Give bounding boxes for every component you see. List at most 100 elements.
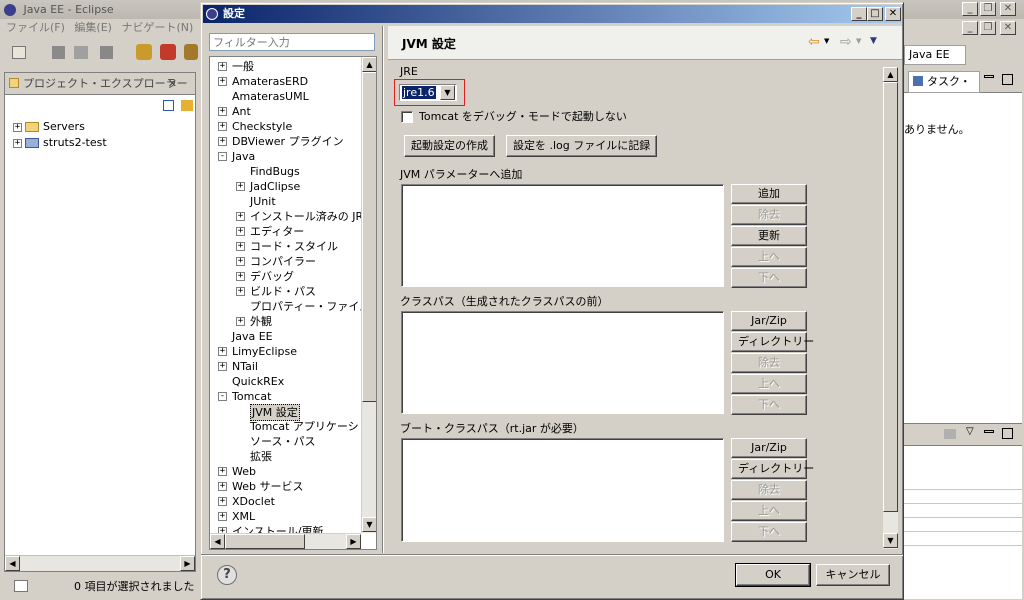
scroll-down-icon[interactable]: ▼ xyxy=(883,533,898,548)
classpath-list[interactable] xyxy=(401,311,724,414)
view-minimize-icon[interactable] xyxy=(984,430,994,433)
collapse-all-icon[interactable] xyxy=(163,100,174,111)
expand-icon[interactable]: + xyxy=(13,122,22,132)
forward-icon[interactable]: ⇨ xyxy=(840,34,852,50)
expand-icon[interactable]: + xyxy=(218,497,227,506)
scroll-left-icon[interactable]: ◀ xyxy=(5,556,20,571)
chevron-down-icon[interactable]: ▼ xyxy=(440,85,455,100)
scroll-thumb[interactable] xyxy=(883,82,898,512)
stop-icon[interactable] xyxy=(160,44,176,60)
expand-icon[interactable]: + xyxy=(218,62,227,71)
eclipse-minimize-icon[interactable]: _ xyxy=(962,2,978,16)
expand-icon[interactable]: + xyxy=(218,482,227,491)
down-button[interactable]: 下へ xyxy=(731,268,807,288)
tree-hscroll[interactable]: ◀ ▶ xyxy=(210,533,361,549)
new-icon[interactable] xyxy=(12,46,26,59)
expand-icon[interactable]: + xyxy=(218,362,227,371)
print-icon[interactable] xyxy=(100,46,113,59)
expand-icon[interactable]: + xyxy=(218,512,227,521)
classpath-remove-button[interactable]: 除去 xyxy=(731,353,807,373)
bootpath-remove-button[interactable]: 除去 xyxy=(731,480,807,500)
page-vscroll[interactable]: ▲ ▼ xyxy=(882,67,898,549)
save-all-icon[interactable] xyxy=(74,46,88,59)
classpath-down-button[interactable]: 下へ xyxy=(731,395,807,415)
debug-checkbox[interactable] xyxy=(401,111,413,123)
classpath-up-button[interactable]: 上へ xyxy=(731,374,807,394)
up-button[interactable]: 上へ xyxy=(731,247,807,267)
view-minimize-icon[interactable] xyxy=(984,75,994,78)
sash[interactable] xyxy=(382,26,383,553)
classpath-jar-button[interactable]: Jar/Zip xyxy=(731,311,807,331)
list-item[interactable]: + struts2-test xyxy=(13,135,195,151)
project-hscroll[interactable]: ◀ ▶ xyxy=(5,555,195,571)
expand-icon[interactable]: + xyxy=(218,137,227,146)
fast-view-icon[interactable] xyxy=(14,580,28,592)
jre-select[interactable]: jre1.6 ▼ xyxy=(399,84,457,101)
expand-icon[interactable]: + xyxy=(236,317,245,326)
expand-icon[interactable]: + xyxy=(218,467,227,476)
hscroll-thumb[interactable] xyxy=(225,534,305,549)
bootpath-list[interactable] xyxy=(401,438,724,542)
scroll-left-icon[interactable]: ◀ xyxy=(210,534,225,549)
view-menu-icon[interactable]: ▽ xyxy=(966,426,974,437)
expand-icon[interactable]: + xyxy=(13,138,22,148)
max-icon[interactable]: ❐ xyxy=(980,21,996,35)
list-item[interactable]: + Servers xyxy=(13,119,195,135)
help-icon[interactable]: ? xyxy=(217,565,237,585)
scroll-right-icon[interactable]: ▶ xyxy=(346,534,361,549)
filter-input[interactable] xyxy=(209,33,375,51)
eclipse-close-icon[interactable]: ✕ xyxy=(1000,2,1016,16)
scroll-right-icon[interactable]: ▶ xyxy=(180,556,195,571)
collapse-icon[interactable]: - xyxy=(218,152,227,161)
bootpath-up-button[interactable]: 上へ xyxy=(731,501,807,521)
cancel-button[interactable]: キャンセル xyxy=(816,564,890,586)
expand-icon[interactable]: + xyxy=(218,107,227,116)
expand-icon[interactable]: + xyxy=(236,182,245,191)
expand-icon[interactable]: + xyxy=(236,257,245,266)
view-menu-icon[interactable]: ▼ xyxy=(870,36,877,46)
expand-icon[interactable]: + xyxy=(218,122,227,131)
view-close-icon[interactable]: ✕ xyxy=(168,73,177,95)
ok-button[interactable]: OK xyxy=(735,563,811,587)
perspective-switcher[interactable]: Java EE xyxy=(904,45,966,65)
expand-icon[interactable]: + xyxy=(236,227,245,236)
tab-tasks[interactable]: タスク・リ xyxy=(908,71,980,108)
minimize-icon[interactable]: _ xyxy=(851,7,867,21)
collapse-icon[interactable]: - xyxy=(218,392,227,401)
classpath-directory-button[interactable]: ディレクトリー xyxy=(731,332,814,352)
back-menu-icon[interactable]: ▼ xyxy=(824,37,829,45)
expand-icon[interactable]: + xyxy=(236,242,245,251)
remove-button[interactable]: 除去 xyxy=(731,205,807,225)
back-icon[interactable]: ⇦ xyxy=(808,34,820,50)
bootpath-directory-button[interactable]: ディレクトリー xyxy=(731,459,814,479)
run-icon[interactable] xyxy=(184,44,198,60)
close-icon[interactable]: ✕ xyxy=(885,7,901,21)
update-button[interactable]: 更新 xyxy=(731,226,807,246)
debug-icon[interactable] xyxy=(136,44,152,60)
create-launch-config-button[interactable]: 起動設定の作成 xyxy=(404,135,495,157)
view-maximize-icon[interactable] xyxy=(1002,74,1013,85)
scroll-down-icon[interactable]: ▼ xyxy=(362,517,376,532)
filter-icon[interactable] xyxy=(944,429,956,439)
tree-vscroll[interactable]: ▲ ▼ xyxy=(361,57,376,533)
jvm-params-list[interactable] xyxy=(401,184,724,287)
close-x-icon[interactable]: ✕ xyxy=(1000,21,1016,35)
expand-icon[interactable]: + xyxy=(218,77,227,86)
expand-icon[interactable]: + xyxy=(218,347,227,356)
log-settings-button[interactable]: 設定を .log ファイルに記録 xyxy=(506,135,658,157)
maximize-icon[interactable]: □ xyxy=(867,7,883,21)
save-icon[interactable] xyxy=(52,46,65,59)
expand-icon[interactable]: + xyxy=(236,272,245,281)
scroll-up-icon[interactable]: ▲ xyxy=(362,57,376,72)
scroll-thumb[interactable] xyxy=(362,72,376,402)
expand-icon[interactable]: + xyxy=(236,287,245,296)
min-icon[interactable]: _ xyxy=(962,21,978,35)
forward-menu-icon[interactable]: ▼ xyxy=(856,37,861,45)
menu-navigate[interactable]: ナビゲート(N) xyxy=(121,21,193,34)
bootpath-down-button[interactable]: 下へ xyxy=(731,522,807,542)
menu-file[interactable]: ファイル(F) xyxy=(6,21,65,34)
eclipse-restore-icon[interactable]: ❐ xyxy=(980,2,996,16)
menu-edit[interactable]: 編集(E) xyxy=(74,21,112,34)
view-maximize-icon[interactable] xyxy=(1002,428,1013,439)
bootpath-jar-button[interactable]: Jar/Zip xyxy=(731,438,807,458)
